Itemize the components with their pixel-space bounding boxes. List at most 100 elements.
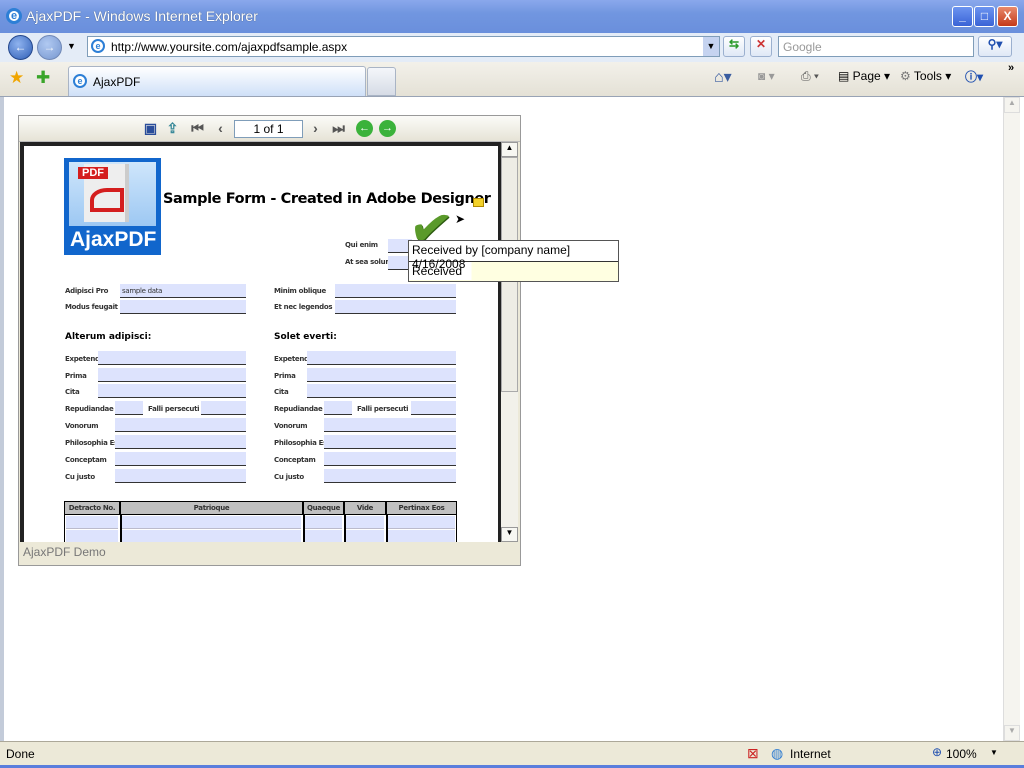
maximize-button[interactable]: □ xyxy=(974,6,995,27)
forward-button[interactable]: → xyxy=(37,35,62,60)
page-menu[interactable]: ▤ Page ▾ xyxy=(838,69,890,83)
table-cell[interactable] xyxy=(66,530,118,542)
table-cell[interactable] xyxy=(122,516,301,529)
tools-menu[interactable]: ⚙ Tools ▾ xyxy=(900,69,951,83)
label-conceptam: Conceptam xyxy=(274,456,316,464)
search-input[interactable]: Google xyxy=(778,36,974,57)
table-cell[interactable] xyxy=(66,516,118,529)
label-prima: Prima xyxy=(274,372,296,380)
prima-field[interactable] xyxy=(98,368,246,382)
falli-persecuti-field[interactable] xyxy=(411,401,456,415)
print-icon[interactable]: ⎙ ▾ xyxy=(801,69,819,84)
conceptam-field[interactable] xyxy=(324,452,456,466)
more-commands-chevron[interactable]: » xyxy=(1008,62,1014,74)
column-divider xyxy=(120,515,122,542)
cita-field[interactable] xyxy=(307,384,456,398)
last-page-button[interactable]: ⏭ xyxy=(330,120,347,137)
expetenda-field[interactable] xyxy=(307,351,456,365)
address-bar[interactable]: e http://www.yoursite.com/ajaxpdfsample.… xyxy=(87,36,720,57)
table-cell[interactable] xyxy=(305,530,342,542)
stop-button[interactable]: ✕ xyxy=(750,36,772,57)
table-header: Vide xyxy=(344,501,386,515)
new-tab-button[interactable] xyxy=(367,67,396,96)
table-cell[interactable] xyxy=(346,530,384,542)
minim-oblique-field[interactable] xyxy=(335,284,456,298)
table-cell[interactable] xyxy=(388,516,455,529)
label-at-sea-solum: At sea solum xyxy=(345,258,393,266)
table-header: Detracto No. xyxy=(64,501,120,515)
page-icon: e xyxy=(91,39,105,53)
section-heading-right: Solet everti: xyxy=(274,332,337,342)
zoom-dropdown-icon[interactable]: ▼ xyxy=(990,748,998,757)
tab-page-icon: e xyxy=(73,74,87,88)
table-cell[interactable] xyxy=(305,516,342,529)
next-page-button[interactable]: › xyxy=(307,120,324,137)
label-cu-justo: Cu justo xyxy=(274,473,304,481)
export-icon[interactable]: ⇪ xyxy=(164,120,181,137)
minimize-button[interactable]: _ xyxy=(952,6,973,27)
annotation-tooltip: Received by [company name] 4/16/2008 Rec… xyxy=(408,240,619,282)
first-page-button[interactable]: ⏮ xyxy=(189,120,206,137)
browser-scrollbar[interactable]: ▲ ▼ xyxy=(1003,97,1020,741)
viewer-scrollbar[interactable]: ▲ ▼ xyxy=(501,142,518,542)
address-dropdown-icon[interactable]: ▼ xyxy=(703,37,719,56)
label-qui-enim: Qui enim xyxy=(345,241,378,249)
globe-icon: ◍ xyxy=(771,745,784,761)
table-header: Pertinax Eos xyxy=(386,501,457,515)
add-favorites-icon[interactable]: ✚ xyxy=(36,68,50,88)
label-philosophia-est: Philosophia Est xyxy=(65,439,122,447)
security-zone: Internet xyxy=(790,747,831,761)
table-cell[interactable] xyxy=(388,530,455,542)
viewer-toolbar: ▣ ⇪ ⏮ ‹ 1 of 1 › ⏭ ← → xyxy=(19,116,520,142)
feeds-icon[interactable]: ◙ ▾ xyxy=(758,69,775,83)
help-icon[interactable]: ⓘ▾ xyxy=(965,68,983,85)
prima-field[interactable] xyxy=(307,368,456,382)
vonorum-field[interactable] xyxy=(115,418,246,432)
popup-blocked-icon[interactable]: ⊠ xyxy=(747,745,759,762)
pdf-page: PDF AjaxPDF Sample Form - Created in Ado… xyxy=(24,146,498,542)
status-bar: Done ⊠ ◍ Internet ⊕ 100% ▼ xyxy=(0,741,1024,768)
column-divider xyxy=(386,515,388,542)
back-green-icon[interactable]: ← xyxy=(356,120,373,137)
forward-green-icon[interactable]: → xyxy=(379,120,396,137)
home-icon[interactable]: ⌂▾ xyxy=(714,67,732,87)
previous-page-button[interactable]: ‹ xyxy=(212,120,229,137)
falli-persecuti-field[interactable] xyxy=(201,401,246,415)
search-button[interactable]: ⚲▾ xyxy=(978,36,1012,57)
label-minim-oblique: Minim oblique xyxy=(274,287,326,295)
label-adipisci-pro: Adipisci Pro xyxy=(65,287,109,295)
repudiandae-field[interactable] xyxy=(115,401,143,415)
adipisci-pro-field[interactable]: sample data xyxy=(120,284,246,298)
close-button[interactable]: X xyxy=(997,6,1018,27)
status-text: Done xyxy=(6,747,35,761)
philosophia-est-field[interactable] xyxy=(115,435,246,449)
navigation-bar: ← → ▼ e http://www.yoursite.com/ajaxpdfs… xyxy=(0,33,1024,62)
repudiandae-field[interactable] xyxy=(324,401,352,415)
table-header: Quaeque xyxy=(303,501,344,515)
refresh-button[interactable]: ⇆ xyxy=(723,36,745,57)
cu-justo-field[interactable] xyxy=(115,469,246,483)
modus-feugait-field[interactable] xyxy=(120,300,246,314)
vonorum-field[interactable] xyxy=(324,418,456,432)
philosophia-est-field[interactable] xyxy=(324,435,456,449)
mouse-cursor-icon: ➤ xyxy=(455,212,466,226)
recent-pages-dropdown-icon[interactable]: ▼ xyxy=(67,41,76,51)
label-repudiandae: Repudiandae xyxy=(274,405,323,413)
save-icon[interactable]: ▣ xyxy=(142,120,159,137)
back-button[interactable]: ← xyxy=(8,35,33,60)
document-area: PDF AjaxPDF Sample Form - Created in Ado… xyxy=(20,142,501,542)
gear-icon: ⚙ xyxy=(900,69,911,83)
conceptam-field[interactable] xyxy=(115,452,246,466)
et-nec-legendos-field[interactable] xyxy=(335,300,456,314)
expetenda-field[interactable] xyxy=(98,351,246,365)
zoom-level[interactable]: 100% xyxy=(946,747,977,761)
favorites-star-icon[interactable]: ★ xyxy=(9,68,24,88)
page-number-input[interactable]: 1 of 1 xyxy=(234,120,303,138)
tab-ajaxpdf[interactable]: e AjaxPDF xyxy=(68,66,366,96)
table-cell[interactable] xyxy=(346,516,384,529)
cu-justo-field[interactable] xyxy=(324,469,456,483)
table-cell[interactable] xyxy=(122,530,301,542)
comment-note-icon[interactable] xyxy=(473,198,484,207)
cita-field[interactable] xyxy=(98,384,246,398)
window-title: AjaxPDF - Windows Internet Explorer xyxy=(26,8,258,24)
